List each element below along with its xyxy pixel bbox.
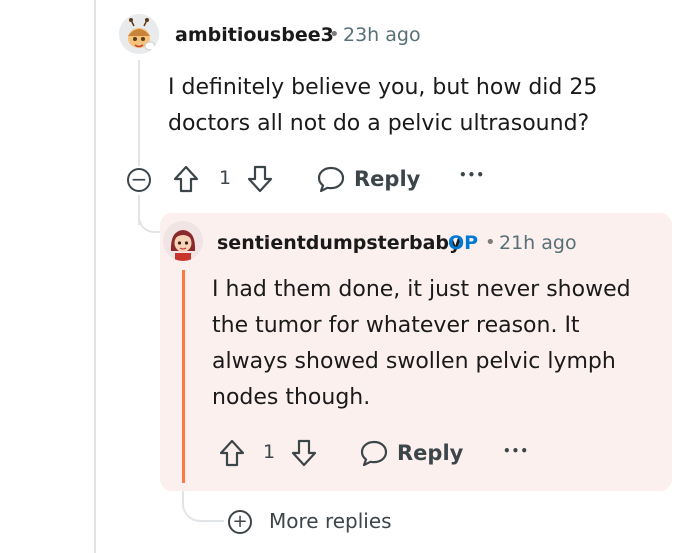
separator-dot: • [329,24,340,45]
comment-body: I definitely believe you, but how did 25… [168,70,597,142]
speech-bubble-icon [360,440,388,467]
downvote-arrow-icon [291,439,317,467]
thread-line-left [94,0,96,553]
upvote-button[interactable] [218,438,246,468]
bee-avatar-icon [119,14,159,54]
timestamp[interactable]: 21h ago [499,232,577,254]
more-replies-label[interactable]: More replies [269,509,392,533]
thread-line-branch-curve [138,205,160,233]
op-badge: OP [448,232,479,254]
plus-icon: + [232,510,248,532]
avatar[interactable] [119,14,159,54]
upvote-arrow-icon [219,439,245,467]
comment-line: I definitely believe you, but how did 25 [168,75,598,100]
comment-line: the tumor for whatever reason. It [212,313,580,338]
downvote-button[interactable] [246,164,274,194]
girl-avatar-icon [163,221,203,261]
vote-count: 1 [219,167,232,189]
upvote-button[interactable] [172,164,200,194]
comment-body: I had them done, it just never showed th… [212,272,631,416]
speech-bubble-icon [317,166,345,193]
timestamp[interactable]: 23h ago [343,24,421,46]
minus-icon: − [130,167,148,191]
comment-line: nodes though. [212,385,371,410]
reply-label: Reply [354,167,421,191]
comment-line: I had them done, it just never showed [212,277,631,302]
reply-button[interactable]: Reply [359,438,463,468]
more-options-button[interactable]: ••• [459,168,485,182]
upvote-arrow-icon [173,165,199,193]
expand-icon[interactable]: + [228,510,252,534]
thread-line-main [138,60,140,166]
comment-line: always showed swollen pelvic lymph [212,349,616,374]
more-options-button[interactable]: ••• [503,444,529,458]
downvote-button[interactable] [290,438,318,468]
avatar[interactable] [163,221,203,261]
vote-count: 1 [263,441,276,463]
username[interactable]: ambitiousbee3 [175,24,334,46]
reply-label: Reply [397,441,464,465]
comment-line: doctors all not do a pelvic ultrasound? [168,111,590,136]
username[interactable]: sentientdumpsterbaby [217,232,461,254]
highlight-accent-bar [182,270,185,483]
collapse-thread-button[interactable]: − [127,168,151,192]
reply-button[interactable]: Reply [316,164,420,194]
separator-dot: • [485,232,496,253]
downvote-arrow-icon [247,165,273,193]
